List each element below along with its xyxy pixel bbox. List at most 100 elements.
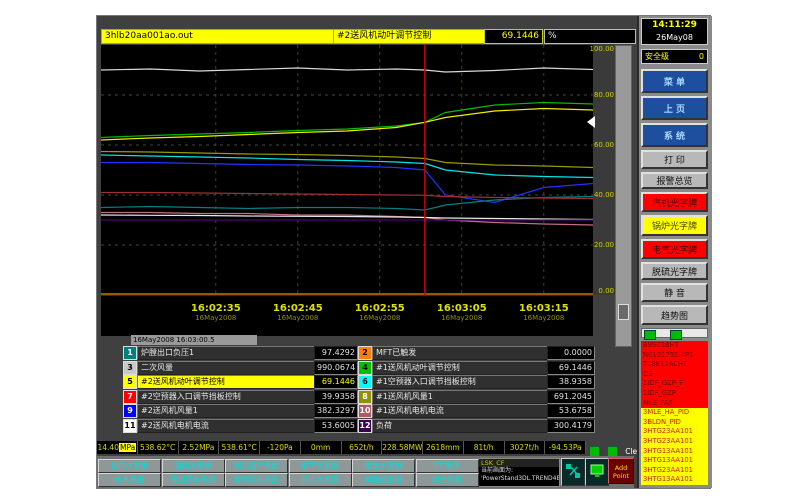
point-value-field: 69.1446 bbox=[484, 29, 543, 44]
pen-number: 5 bbox=[123, 375, 137, 389]
toolbar-button[interactable]: 组合趋势 bbox=[416, 473, 479, 487]
toolbar-button[interactable]: CC操作 bbox=[416, 459, 479, 473]
pen-value: 69.1446 bbox=[314, 375, 358, 389]
pen-value: 382.3297 bbox=[314, 404, 358, 418]
pen-label[interactable]: #1空预器入口调节挡板控制 bbox=[372, 375, 550, 389]
trend-line-pen-3 bbox=[101, 68, 593, 72]
pen-number: 7 bbox=[123, 390, 137, 404]
status-value: 0mm bbox=[301, 441, 342, 454]
toolbar-button[interactable]: 闭式循环系统 bbox=[225, 459, 288, 473]
print-button[interactable]: 打 印 bbox=[641, 150, 708, 169]
alarm-tag[interactable]: 3HTG23AA101 bbox=[641, 466, 708, 476]
toolbar-button[interactable]: 凝结水系统 bbox=[162, 459, 225, 473]
pen-value: 691.2045 bbox=[547, 390, 595, 404]
add-point-button[interactable]: Add Point bbox=[608, 458, 634, 484]
turbine-annunciator-button[interactable]: 汽机光字牌 bbox=[641, 192, 708, 212]
boiler-annunciator-button[interactable]: 锅炉光字牌 bbox=[641, 215, 708, 236]
point-tag-field[interactable]: 3hlb20aa001ao.out bbox=[101, 29, 337, 44]
pen-label[interactable]: #2送风机风量1 bbox=[137, 404, 317, 418]
status-value: 81t/h bbox=[464, 441, 505, 454]
point-description-field[interactable]: #2送风机动叶调节控制 bbox=[333, 29, 488, 44]
network-icon[interactable] bbox=[561, 458, 585, 486]
toolbar-button[interactable]: 胶球清洗系统 bbox=[225, 473, 288, 487]
alarm-tag[interactable]: 3HTG13AA101 bbox=[641, 456, 708, 466]
pen-label[interactable]: #2送风机电机电流 bbox=[137, 419, 317, 433]
alarm-tag[interactable]: 3HTG23AA101 bbox=[641, 427, 708, 437]
tick-time: 16:03:15 bbox=[519, 303, 569, 314]
system-button[interactable]: 系 统 bbox=[641, 123, 708, 147]
pen-label[interactable]: #1送风机风量1 bbox=[372, 390, 550, 404]
monitor-icon[interactable] bbox=[585, 458, 609, 486]
link-ok-icon bbox=[670, 330, 682, 340]
pen-value: 300.4179 bbox=[547, 419, 595, 433]
sidebar: 14:11:29 26May08 安全级 0 菜 单上 页系 统打 印报警总览汽… bbox=[637, 16, 712, 488]
status-value: 2.52MPa bbox=[179, 441, 220, 454]
pen-label[interactable]: 炉膛出口负压1 bbox=[137, 346, 317, 360]
trend-line-pen-1 bbox=[101, 197, 593, 211]
pen-label[interactable]: #2空预器入口调节挡板控制 bbox=[137, 390, 317, 404]
alarm-tag[interactable]: MLE_PAF bbox=[641, 399, 708, 409]
tick-date: 16May2008 bbox=[191, 314, 241, 322]
time-tick: 16:02:4516May2008 bbox=[273, 303, 323, 322]
alarm-tag[interactable]: 3BLDN_PID bbox=[641, 418, 708, 428]
alarm-tag[interactable]: 3HTG13AA101 bbox=[641, 475, 708, 485]
toolbar-button[interactable]: 高加疏水系统 bbox=[162, 473, 225, 487]
pen-label[interactable]: 二次风量 bbox=[137, 361, 317, 375]
status-value: 538.61°C bbox=[219, 441, 260, 454]
trend-chart[interactable] bbox=[101, 45, 593, 295]
electrical-annunciator-button[interactable]: 电气光字牌 bbox=[641, 239, 708, 259]
security-level-value: 0 bbox=[699, 50, 704, 63]
trend-button[interactable]: 趋势图 bbox=[641, 305, 708, 325]
pen-label[interactable]: #2送风机动叶调节控制 bbox=[137, 375, 317, 389]
pen-number: 2 bbox=[358, 346, 372, 360]
y-axis-label: 80.00 bbox=[594, 91, 614, 99]
fgd-annunciator-button[interactable]: 脱硫光字牌 bbox=[641, 262, 708, 280]
alarm-tag[interactable]: 3HTG13AA101 bbox=[641, 447, 708, 457]
pen-number: 4 bbox=[358, 361, 372, 375]
alarm-tag[interactable]: B99018HT bbox=[641, 341, 708, 351]
pen-number: 10 bbox=[358, 404, 372, 418]
security-level-label: 安全级 bbox=[645, 50, 669, 63]
pen-number: 3 bbox=[123, 361, 137, 375]
toolbar-button[interactable]: 给水系统 bbox=[98, 473, 161, 487]
toolbar-button[interactable]: 循环水系统 bbox=[289, 459, 352, 473]
status-value: 2618mm bbox=[423, 441, 464, 454]
message-line: 当前画面为: bbox=[479, 467, 559, 475]
alarm-tag[interactable]: 1IDF_GZP_F bbox=[641, 379, 708, 389]
tick-date: 16May2008 bbox=[437, 314, 487, 322]
alarm-tag[interactable]: 1IDF_GZP bbox=[641, 389, 708, 399]
toolbar-button[interactable]: 开式水系统 bbox=[289, 473, 352, 487]
alarm-summary-button[interactable]: 报警总览 bbox=[641, 172, 708, 189]
cursor-value-marker-icon[interactable] bbox=[587, 116, 595, 128]
pen-label[interactable]: 负荷 bbox=[372, 419, 550, 433]
pen-value: 53.6005 bbox=[314, 419, 358, 433]
time-tick: 16:02:3516May2008 bbox=[191, 303, 241, 322]
y-axis-label: 0.00 bbox=[598, 287, 614, 295]
pen-label[interactable]: #1送风机动叶调节控制 bbox=[372, 361, 550, 375]
alarm-tag[interactable]: O2 bbox=[641, 370, 708, 380]
alarm-unit-chip: MPa bbox=[119, 443, 136, 452]
alarm-tag[interactable]: T18E12ACHT bbox=[641, 360, 708, 370]
mute-button[interactable]: 静 音 bbox=[641, 283, 708, 302]
toolbar-button[interactable]: 抽汽水系统 bbox=[98, 459, 161, 473]
alarm-tag[interactable]: N0101755.4P1 bbox=[641, 351, 708, 361]
date: 26May08 bbox=[642, 32, 707, 44]
status-value: -94.53Pa bbox=[545, 441, 586, 454]
scrollbar-thumb[interactable] bbox=[618, 304, 629, 320]
tick-time: 16:03:05 bbox=[437, 303, 487, 314]
alarm-tag[interactable]: 3MLE_HA_PID bbox=[641, 408, 708, 418]
pen-number: 11 bbox=[123, 419, 137, 433]
prev-page-button[interactable]: 上 页 bbox=[641, 96, 708, 120]
tick-date: 16May2008 bbox=[519, 314, 569, 322]
alarm-tag[interactable]: 3HTG23AA101 bbox=[641, 437, 708, 447]
toolbar-button[interactable]: 疏放水系统 bbox=[352, 459, 415, 473]
pen-number: 8 bbox=[358, 390, 372, 404]
pen-value: 97.4292 bbox=[314, 346, 358, 360]
point-unit-field: % bbox=[544, 29, 636, 44]
toolbar-button[interactable]: M曲线画面 bbox=[352, 473, 415, 487]
pen-label[interactable]: #1送风机电机电流 bbox=[372, 404, 550, 418]
menu-button[interactable]: 菜 单 bbox=[641, 69, 708, 93]
tick-date: 16May2008 bbox=[273, 314, 323, 322]
vertical-scrollbar[interactable] bbox=[615, 45, 632, 347]
pen-label[interactable]: MFT已触发 bbox=[372, 346, 550, 360]
